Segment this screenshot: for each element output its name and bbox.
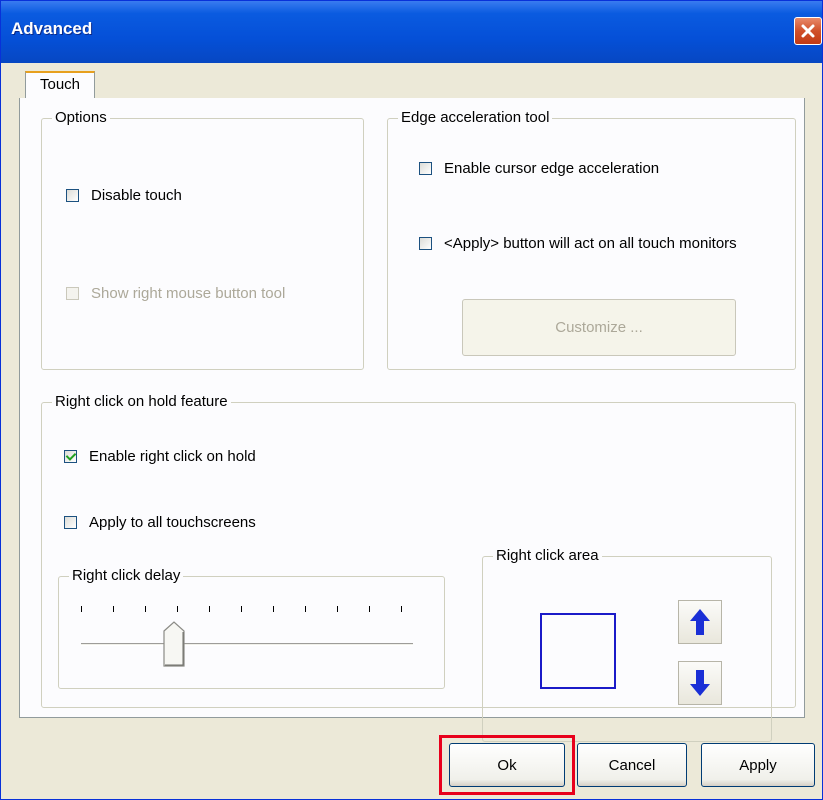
delay-slider-tick bbox=[305, 606, 306, 612]
delay-slider-tick bbox=[81, 606, 82, 612]
disable-touch-checkbox[interactable]: Disable touch bbox=[66, 187, 182, 204]
show-right-mouse-checkbox-box[interactable] bbox=[66, 287, 79, 300]
disable-touch-label: Disable touch bbox=[91, 187, 182, 204]
arrow-down-icon bbox=[690, 670, 710, 696]
close-button[interactable] bbox=[794, 17, 822, 45]
apply-all-touchscreens-label: Apply to all touchscreens bbox=[89, 514, 256, 531]
increase-area-button[interactable] bbox=[678, 600, 722, 644]
options-legend: Options bbox=[52, 109, 110, 126]
delay-slider-ticks bbox=[81, 606, 402, 616]
delay-slider-track[interactable] bbox=[81, 643, 413, 646]
delay-slider-tick bbox=[401, 606, 402, 612]
decrease-area-button[interactable] bbox=[678, 661, 722, 705]
enable-right-click-hold-checkbox-box[interactable] bbox=[64, 450, 77, 463]
apply-all-touchscreens-checkbox-box[interactable] bbox=[64, 516, 77, 529]
ok-button-highlight bbox=[439, 735, 575, 795]
enable-edge-acceleration-checkbox[interactable]: Enable cursor edge acceleration bbox=[419, 160, 659, 177]
tab-touch[interactable]: Touch bbox=[25, 71, 95, 99]
delay-slider-tick bbox=[177, 606, 178, 612]
right-click-area-legend: Right click area bbox=[493, 547, 602, 564]
enable-edge-acceleration-checkbox-box[interactable] bbox=[419, 162, 432, 175]
delay-slider-tick bbox=[145, 606, 146, 612]
customize-button[interactable]: Customize ... bbox=[462, 299, 736, 356]
window-title: Advanced bbox=[11, 19, 93, 38]
enable-right-click-hold-checkbox[interactable]: Enable right click on hold bbox=[64, 448, 256, 465]
touch-tab-panel: Options Disable touch Show right mouse b… bbox=[19, 98, 805, 742]
delay-slider-tick bbox=[273, 606, 274, 612]
close-icon bbox=[801, 24, 815, 38]
right-click-delay-legend: Right click delay bbox=[69, 567, 184, 584]
cancel-button[interactable]: Cancel bbox=[577, 743, 687, 787]
delay-slider-tick bbox=[369, 606, 370, 612]
title-bar[interactable]: Advanced bbox=[1, 1, 822, 63]
right-click-area-preview bbox=[540, 613, 616, 689]
apply-all-monitors-checkbox[interactable]: <Apply> button will act on all touch mon… bbox=[419, 235, 737, 252]
right-click-area-group: Right click area bbox=[482, 547, 772, 742]
apply-button[interactable]: Apply bbox=[701, 743, 815, 787]
advanced-dialog: Advanced Touch Options Disable touch Sho… bbox=[0, 0, 823, 800]
right-click-hold-group: Right click on hold feature Enable right… bbox=[41, 393, 796, 742]
edge-acceleration-group: Edge acceleration tool Enable cursor edg… bbox=[387, 109, 796, 370]
show-right-mouse-label: Show right mouse button tool bbox=[91, 285, 286, 302]
apply-all-monitors-checkbox-box[interactable] bbox=[419, 237, 432, 250]
options-group: Options Disable touch Show right mouse b… bbox=[41, 109, 364, 370]
enable-right-click-hold-label: Enable right click on hold bbox=[89, 448, 256, 465]
enable-edge-acceleration-label: Enable cursor edge acceleration bbox=[444, 160, 660, 177]
delay-slider-tick bbox=[337, 606, 338, 612]
arrow-up-icon bbox=[690, 609, 710, 635]
show-right-mouse-checkbox[interactable]: Show right mouse button tool bbox=[66, 285, 285, 302]
delay-slider-tick bbox=[209, 606, 210, 612]
edge-acceleration-legend: Edge acceleration tool bbox=[398, 109, 553, 126]
delay-slider-thumb[interactable] bbox=[163, 621, 185, 667]
apply-all-touchscreens-checkbox[interactable]: Apply to all touchscreens bbox=[64, 514, 256, 531]
right-click-hold-legend: Right click on hold feature bbox=[52, 393, 231, 410]
right-click-delay-group: Right click delay bbox=[58, 567, 445, 689]
disable-touch-checkbox-box[interactable] bbox=[66, 189, 79, 202]
apply-all-monitors-label: <Apply> button will act on all touch mon… bbox=[444, 235, 737, 252]
delay-slider-tick bbox=[241, 606, 242, 612]
delay-slider-tick bbox=[113, 606, 114, 612]
